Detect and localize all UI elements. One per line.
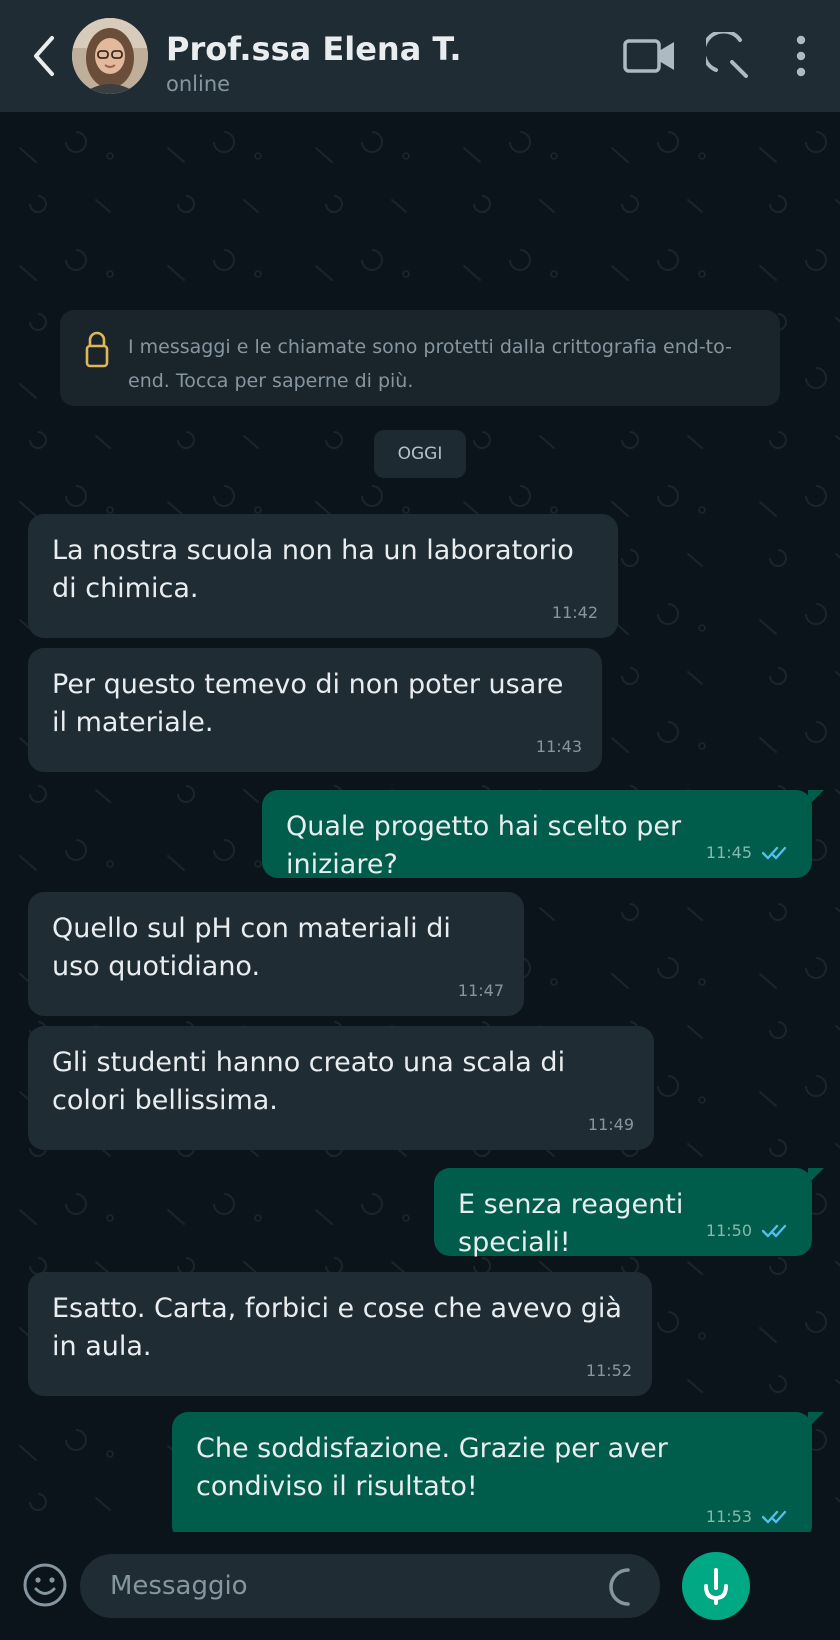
message-bubble-outgoing[interactable]: Quale progetto hai scelto per iniziare? … (262, 790, 824, 880)
message-input[interactable] (80, 1554, 660, 1618)
double-check-read-icon (762, 1510, 787, 1524)
encryption-notice-text: I messaggi e le chiamate sono protetti d… (128, 336, 732, 392)
message-text: Quello sul pH con materiali di uso quoti… (52, 913, 451, 982)
message-bubble-incoming[interactable]: Quello sul pH con materiali di uso quoti… (28, 892, 524, 1016)
bubble-tail (808, 790, 824, 806)
mic-icon (704, 1568, 728, 1605)
video-call-icon (623, 39, 674, 73)
avatar[interactable] (72, 18, 148, 94)
avatar-image (72, 18, 148, 94)
bubble-tail (808, 1412, 824, 1428)
message-text: Esatto. Carta, forbici e cose che avevo … (52, 1293, 622, 1362)
message-time: 11:52 (585, 1361, 632, 1380)
message-time: 11:49 (587, 1115, 634, 1134)
bubble-tail (808, 1168, 824, 1184)
camera-icon[interactable] (600, 1562, 640, 1612)
message-text: La nostra scuola non ha un laboratorio d… (52, 535, 574, 604)
message-input-bar (0, 1532, 840, 1640)
voice-call-button[interactable] (706, 32, 754, 80)
lock-icon (85, 331, 109, 368)
contact-name[interactable]: Prof.ssa Elena T. (166, 30, 462, 68)
date-chip: OGGI (374, 430, 466, 478)
encryption-notice[interactable]: I messaggi e le chiamate sono protetti d… (60, 310, 780, 406)
message-time: 11:53 (705, 1507, 752, 1526)
message-bubble-incoming[interactable]: Per questo temevo di non poter usare il … (28, 648, 602, 772)
chat-header: Prof.ssa Elena T. online (0, 0, 840, 112)
chat-area[interactable]: I messaggi e le chiamate sono protetti d… (0, 112, 840, 1532)
message-bubble-outgoing[interactable]: E senza reagenti speciali! 11:50 (434, 1168, 824, 1258)
message-time: 11:50 (705, 1221, 752, 1240)
back-arrow-icon (34, 36, 54, 76)
message-time: 11:45 (705, 843, 752, 862)
message-bubble-incoming[interactable]: La nostra scuola non ha un laboratorio d… (28, 514, 618, 638)
emoji-icon[interactable] (20, 1560, 70, 1610)
more-vert-icon (796, 35, 806, 77)
message-text: Che soddisfazione. Grazie per aver condi… (196, 1433, 668, 1502)
message-time: 11:42 (551, 603, 598, 622)
mic-button[interactable] (682, 1552, 750, 1620)
contact-status: online (166, 72, 231, 96)
message-bubble-incoming[interactable]: Gli studenti hanno creato una scala di c… (28, 1026, 654, 1150)
message-bubble-incoming[interactable]: Esatto. Carta, forbici e cose che avevo … (28, 1272, 652, 1396)
message-text: Gli studenti hanno creato una scala di c… (52, 1047, 566, 1116)
message-time: 11:47 (457, 981, 504, 1000)
back-button[interactable] (26, 32, 62, 80)
phone-call-icon (706, 32, 748, 78)
menu-button[interactable] (786, 34, 816, 78)
chat-screen: Prof.ssa Elena T. online I messaggi e le… (0, 0, 840, 1640)
message-bubble-outgoing[interactable]: Che soddisfazione. Grazie per aver condi… (172, 1412, 824, 1532)
message-text: Per questo temevo di non poter usare il … (52, 669, 564, 738)
message-time: 11:43 (535, 737, 582, 756)
double-check-read-icon (762, 1224, 787, 1238)
video-call-button[interactable] (622, 34, 678, 78)
double-check-read-icon (762, 846, 787, 860)
